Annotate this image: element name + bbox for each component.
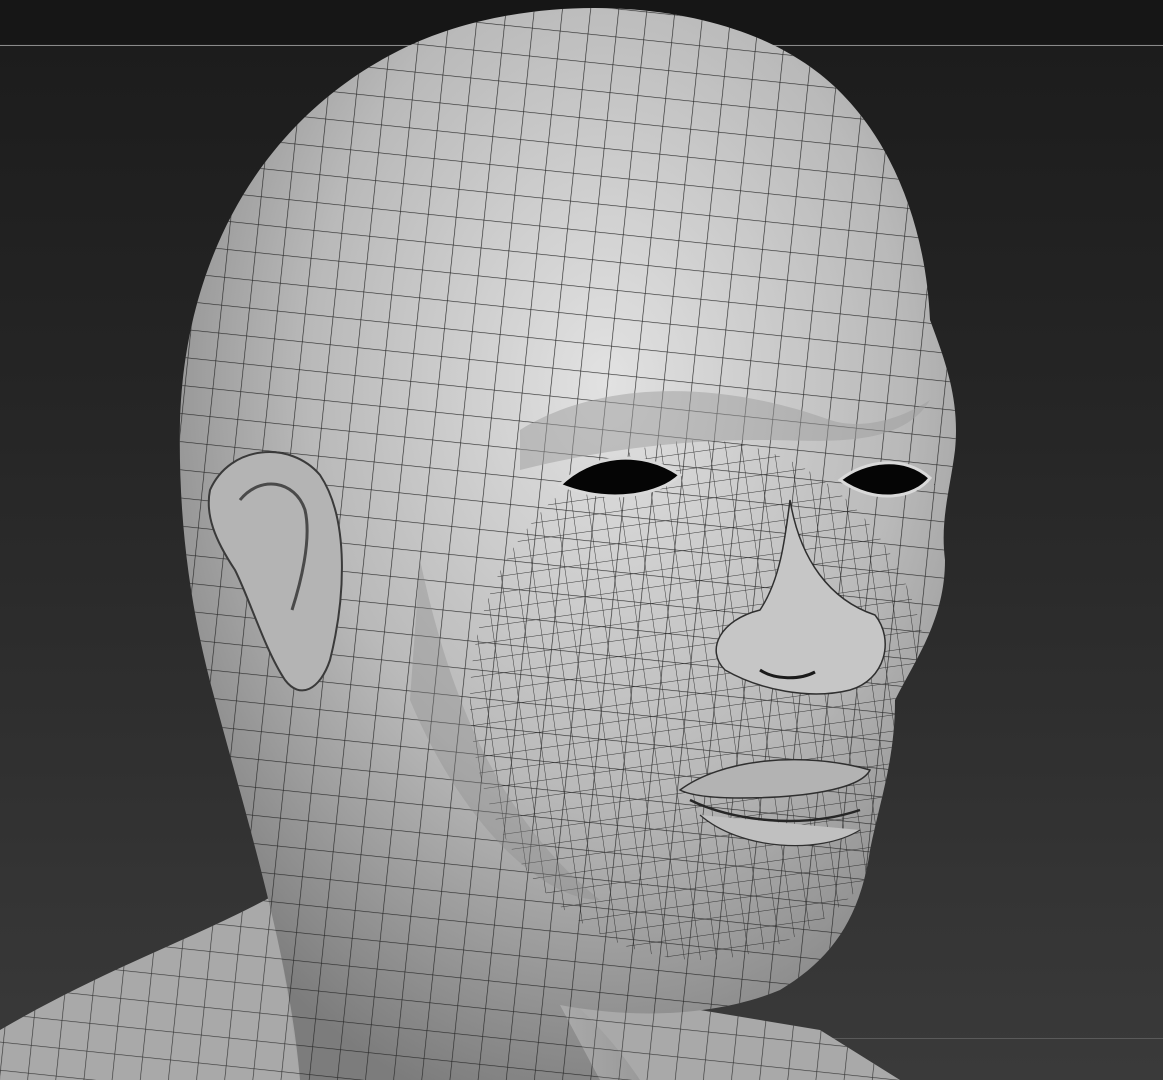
head-model[interactable] xyxy=(0,0,1163,1080)
3d-viewport[interactable] xyxy=(0,0,1163,1080)
